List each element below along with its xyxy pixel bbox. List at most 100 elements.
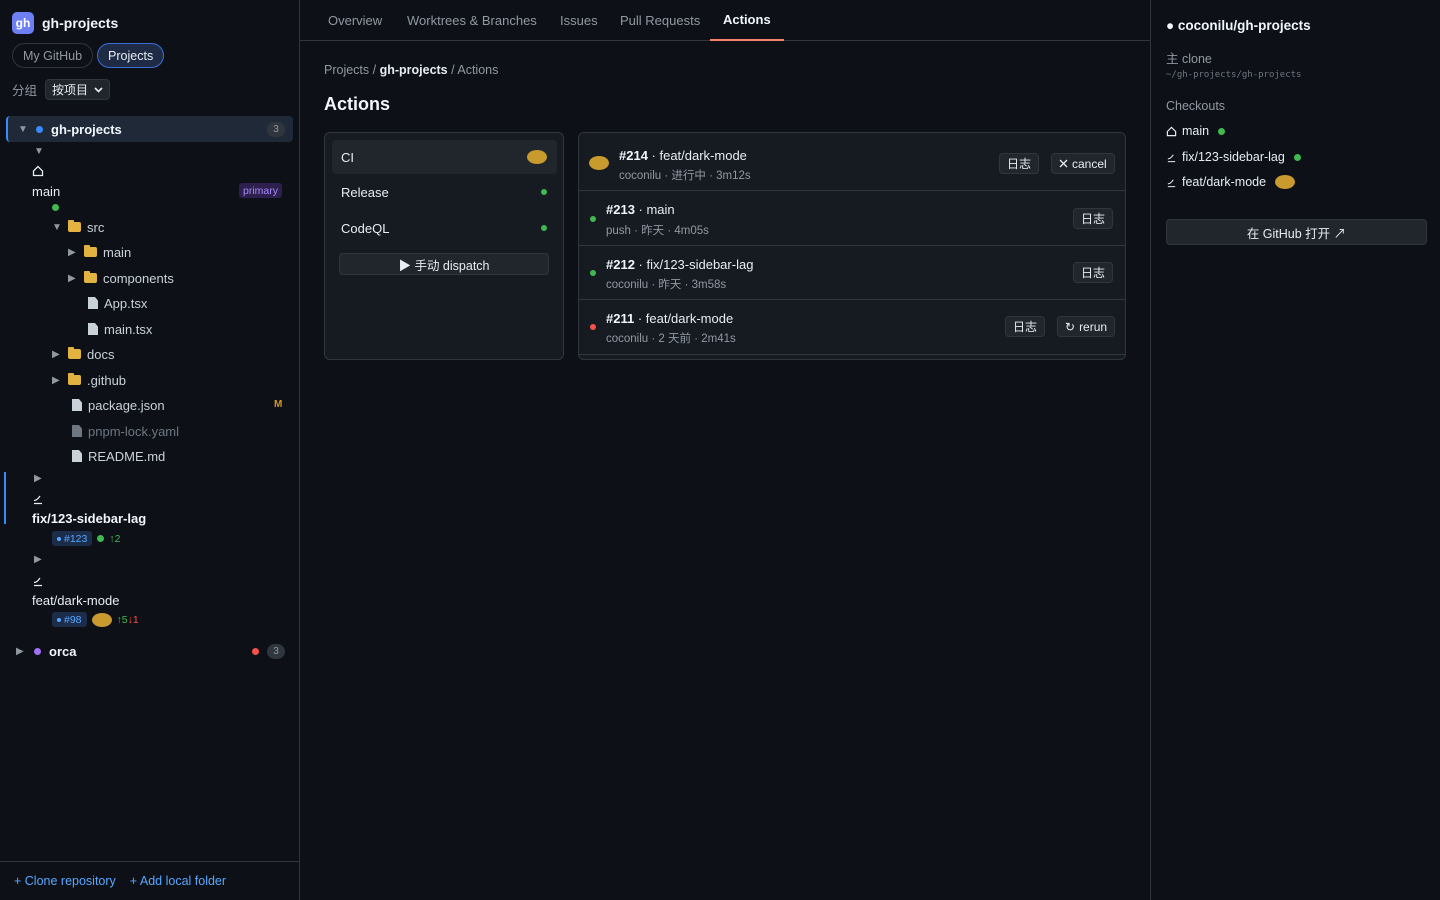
worktree-name-fix[interactable]: fix/123-sidebar-lag [32,511,146,526]
group-row: 分组 按项目 [12,79,111,100]
add-local-folder-link[interactable]: + Add local folder [130,874,226,888]
pr-chip[interactable]: #123 [52,531,93,546]
tab-pull-requests[interactable]: Pull Requests [607,0,713,41]
pr-number: #123 [64,532,88,545]
tree-folder-main[interactable]: ▶ main [68,242,131,262]
success-dot [590,270,596,276]
workflow-item-codeql[interactable]: CodeQL [332,211,557,245]
tree-folder-src[interactable]: ▼ src [52,217,104,237]
run-cancel-button[interactable]: cancel [1051,153,1115,174]
chevron-down-icon [94,86,103,93]
run-id[interactable]: #212 [606,257,635,272]
tree-folder-docs[interactable]: ▶ docs [52,344,114,364]
failure-dot [590,324,596,330]
breadcrumb-page: Actions [457,63,499,77]
tree-folder-components[interactable]: ▶ components [68,268,174,288]
checkout-item-main[interactable]: main [1166,124,1226,138]
runs-panel: #214 · feat/dark-mode coconilu · 进行中 · 3… [578,132,1126,360]
caret-down-icon: ▼ [52,221,62,233]
success-dot [1293,153,1301,161]
clone-repository-link[interactable]: + Clone repository [14,874,116,888]
run-id[interactable]: #213 [606,202,635,217]
tree-file-package-json[interactable]: package.json [72,395,165,415]
pr-dot [57,617,61,622]
project-name: orca [49,643,77,659]
caret-down-icon[interactable]: ▼ [34,146,44,157]
folder-icon [68,347,81,359]
tab-overview[interactable]: Overview [315,0,395,41]
checkout-item-fix[interactable]: fix/123-sidebar-lag [1166,150,1301,164]
success-dot [1218,127,1226,135]
running-spinner-icon [1275,175,1296,189]
run-log-button[interactable]: 日志 [1073,262,1114,283]
file-icon [72,399,82,411]
tree-label: .github [87,372,127,388]
run-row[interactable]: #214 · feat/dark-mode coconilu · 进行中 · 3… [579,133,1125,191]
pr-dot [57,536,61,541]
run-id[interactable]: #214 [619,148,648,163]
branch-icon [1167,178,1176,187]
run-id[interactable]: #211 [606,311,634,326]
group-select-value: 按项目 [52,83,89,97]
caret-right-icon[interactable]: ▶ [34,554,44,565]
tree-file-readme[interactable]: README.md [72,446,165,466]
mode-tab-my-github[interactable]: My GitHub [12,43,94,68]
run-action-label: cancel [1072,156,1107,171]
rerun-icon: ↻ [1065,319,1076,334]
primary-badge: primary [239,183,283,198]
project-row-gh-projects[interactable]: ▼ gh-projects 3 [6,116,293,142]
project-color-dot [36,125,43,133]
pr-chip[interactable]: #98 [52,612,87,627]
branch-icon [33,495,42,505]
caret-right-icon[interactable]: ▶ [16,646,26,657]
run-rerun-button[interactable]: ↻ rerun [1057,316,1116,337]
tree-label: App.tsx [104,295,148,311]
breadcrumb-project[interactable]: gh-projects [380,63,448,77]
run-row[interactable]: #212 · fix/123-sidebar-lag coconilu · 昨天… [579,246,1125,300]
manual-dispatch-button[interactable]: ▶ 手动 dispatch [339,253,549,275]
workflow-item-ci[interactable]: CI [332,140,557,174]
run-log-button[interactable]: 日志 [1073,208,1114,229]
x-icon [1059,159,1068,168]
workflow-item-release[interactable]: Release [332,175,557,209]
run-branch: · feat/dark-mode [647,148,747,163]
group-select[interactable]: 按项目 [45,79,111,100]
worktree-name-main[interactable]: main [32,184,60,199]
main-content: Overview Worktrees & Branches Issues Pul… [300,0,1150,900]
tab-issues[interactable]: Issues [547,0,611,41]
project-status-dot [252,647,259,655]
tree-file-main-tsx[interactable]: main.tsx [88,319,152,339]
mode-tab-projects[interactable]: Projects [97,43,165,68]
tree-label: package.json [88,397,165,413]
worktree-name-feat[interactable]: feat/dark-mode [32,593,119,608]
success-dot [541,225,547,231]
repo-title: ● coconilu/gh-projects [1166,18,1311,33]
checkout-item-feat[interactable]: feat/dark-mode [1166,175,1296,189]
branch-icon [33,577,42,587]
tab-worktrees-branches[interactable]: Worktrees & Branches [394,0,550,41]
tree-file-app-tsx[interactable]: App.tsx [88,293,147,313]
tab-bar: Overview Worktrees & Branches Issues Pul… [300,0,1150,41]
breadcrumb-root[interactable]: Projects [324,63,369,77]
project-row-orca[interactable]: ▶ orca 3 [6,638,293,664]
caret-right-icon[interactable]: ▶ [34,473,44,484]
tab-actions[interactable]: Actions [710,0,784,41]
run-row[interactable]: #211 · feat/dark-mode coconilu · 2 天前 · … [579,300,1125,355]
run-row[interactable]: #213 · main push · 昨天 · 4m05s 日志 [579,191,1125,246]
project-name: gh-projects [51,121,122,137]
file-icon [88,323,98,335]
app-title: gh-projects [42,15,119,31]
run-branch: · main [634,202,675,217]
run-log-button[interactable]: 日志 [999,153,1040,174]
run-title: #214 · feat/dark-mode [619,148,747,163]
folder-icon [68,373,81,385]
tree-folder-github[interactable]: ▶ .github [52,370,126,390]
run-log-button[interactable]: 日志 [1005,316,1046,337]
file-icon [72,425,82,437]
checkout-name: main [1182,124,1210,138]
tree-file-pnpm-lock[interactable]: pnpm-lock.yaml [72,421,179,441]
checkouts-label: Checkouts [1166,99,1226,113]
behind-count: ↓1 [127,613,139,626]
open-on-github-button[interactable]: 在 GitHub 打开 ↗ [1166,219,1427,245]
caret-down-icon[interactable]: ▼ [18,124,28,135]
